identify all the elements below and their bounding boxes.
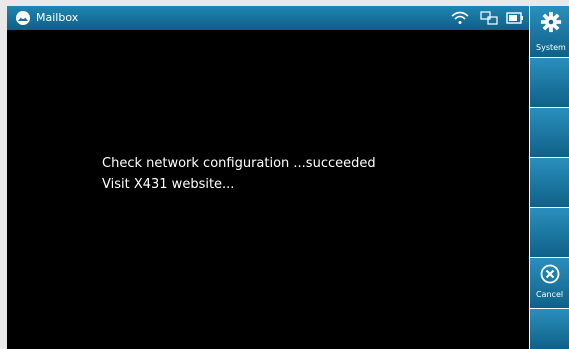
mailbox-icon — [16, 11, 30, 25]
device-screen: Mailbox Check network configuration ...s… — [7, 6, 569, 349]
gear-icon — [540, 11, 562, 33]
cancel-label: Cancel — [536, 290, 564, 299]
message-area: Check network configuration ...succeeded… — [7, 30, 529, 349]
cancel-button[interactable]: Cancel — [530, 258, 569, 308]
right-toolbar: System Cancel — [529, 6, 569, 349]
app-title: Mailbox — [36, 11, 79, 24]
battery-icon — [506, 12, 523, 24]
system-label: System — [536, 43, 566, 52]
side-slot-5[interactable] — [530, 208, 569, 257]
network-check-message: Check network configuration ...succeeded — [102, 156, 376, 171]
side-slot-2[interactable] — [530, 58, 569, 107]
system-button[interactable]: System — [530, 6, 569, 57]
visit-website-message: Visit X431 website... — [102, 177, 235, 192]
status-bar: Mailbox — [7, 6, 529, 30]
side-slot-7[interactable] — [530, 309, 569, 349]
progress-messages: Check network configuration ...succeeded… — [102, 153, 376, 195]
network-icon — [480, 11, 498, 25]
side-slot-3[interactable] — [530, 108, 569, 157]
cancel-icon — [540, 264, 560, 284]
side-slot-4[interactable] — [530, 158, 569, 207]
wifi-icon — [451, 11, 469, 24]
